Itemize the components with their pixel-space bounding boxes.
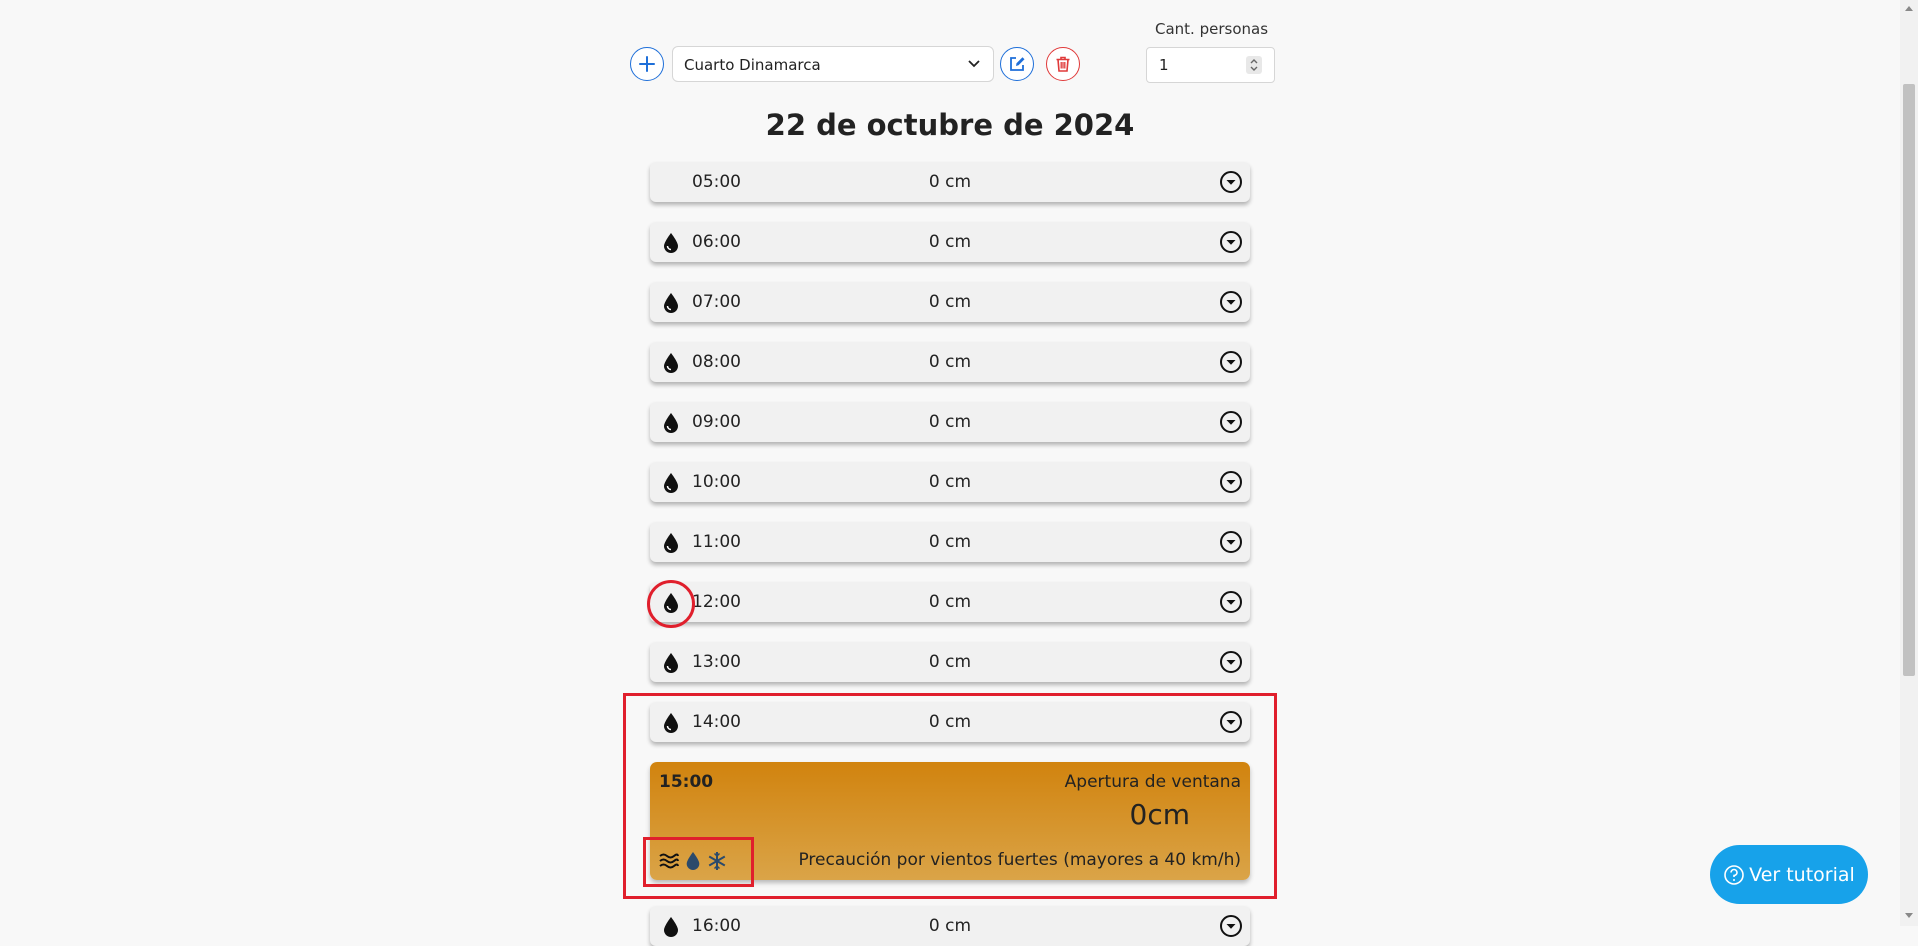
hour-row[interactable]: 12:00 0 cm [650,582,1250,622]
stepper-arrows-icon [1250,59,1258,71]
date-title: 22 de octubre de 2024 [765,108,1135,142]
hour-row[interactable]: 10:00 0 cm [650,462,1250,502]
chevron-circle-down-icon[interactable] [1219,170,1243,194]
hour-value: 0 cm [928,412,972,432]
window-opening-value: 0cm [1129,798,1190,831]
tutorial-button[interactable]: Ver tutorial [1710,845,1868,904]
scrollbar-thumb[interactable] [1903,84,1915,676]
hour-value: 0 cm [928,592,972,612]
help-circle-icon [1724,864,1744,885]
chevron-circle-down-icon[interactable] [1219,470,1243,494]
hour-row[interactable]: 16:00 0 cm [650,906,1250,946]
water-drop-icon [686,852,700,870]
edit-icon [1010,57,1025,71]
tutorial-button-label: Ver tutorial [1749,863,1855,886]
hour-value: 0 cm [928,916,972,936]
chevron-circle-down-icon[interactable] [1219,230,1243,254]
hour-value: 0 cm [928,352,972,372]
edit-room-button[interactable] [1000,47,1034,81]
hour-row[interactable]: 14:00 0 cm [650,702,1250,742]
chevron-circle-down-icon[interactable] [1219,350,1243,374]
delete-room-button[interactable] [1046,47,1080,81]
scroll-up-icon[interactable] [1904,4,1914,12]
hour-value: 0 cm [928,652,972,672]
trash-icon [1056,56,1070,72]
hour-value: 0 cm [928,232,972,252]
chevron-circle-down-icon[interactable] [1219,650,1243,674]
plus-icon [639,56,655,72]
hour-row[interactable]: 07:00 0 cm [650,282,1250,322]
add-room-button[interactable] [630,47,664,81]
room-select[interactable]: Cuarto Dinamarca [672,46,994,82]
hour-value: 0 cm [928,712,972,732]
hour-value: 0 cm [928,472,972,492]
snowflake-icon [708,852,726,870]
highlight-hour-card[interactable]: 15:00 Apertura de ventana 0cm Precaución… [650,762,1250,880]
hour-row[interactable]: 05:00 0 cm [650,162,1250,202]
persons-label: Cant. personas [1155,20,1269,38]
hour-row[interactable]: 06:00 0 cm [650,222,1250,262]
window-opening-label: Apertura de ventana [1064,772,1241,792]
chevron-circle-down-icon[interactable] [1219,410,1243,434]
chevron-circle-down-icon[interactable] [1219,290,1243,314]
hour-row[interactable]: 09:00 0 cm [650,402,1250,442]
chevron-circle-down-icon[interactable] [1219,914,1243,938]
hour-value: 0 cm [928,532,972,552]
hour-row[interactable]: 11:00 0 cm [650,522,1250,562]
weather-icons [658,850,728,872]
hour-row[interactable]: 08:00 0 cm [650,342,1250,382]
chevron-circle-down-icon[interactable] [1219,590,1243,614]
hour-value: 0 cm [928,292,972,312]
hour-row[interactable]: 13:00 0 cm [650,642,1250,682]
persons-stepper[interactable] [1246,56,1262,74]
hour-value: 0 cm [928,172,972,192]
chevron-circle-down-icon[interactable] [1219,710,1243,734]
highlight-hour: 15:00 [659,772,714,792]
chevron-circle-down-icon[interactable] [1219,530,1243,554]
wind-warning-text: Precaución por vientos fuertes (mayores … [798,850,1241,870]
persons-input[interactable]: 1 [1146,47,1275,83]
persons-value: 1 [1159,56,1169,74]
chevron-down-icon [968,60,980,68]
scroll-down-icon[interactable] [1904,912,1914,920]
room-select-value: Cuarto Dinamarca [684,56,821,74]
wind-waves-icon [659,853,679,869]
